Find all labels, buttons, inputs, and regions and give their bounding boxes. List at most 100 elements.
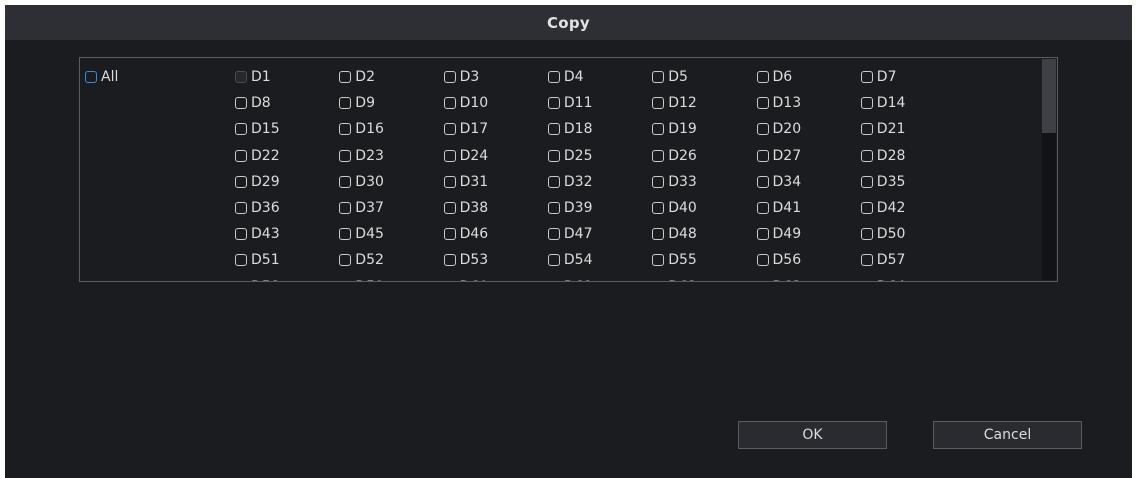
checkbox-icon[interactable] (443, 149, 456, 162)
channel-checkbox-d31[interactable]: D31 (443, 174, 488, 190)
checkbox-icon[interactable] (339, 71, 352, 83)
checkbox-icon[interactable] (235, 254, 247, 267)
checkbox-icon[interactable] (756, 71, 769, 83)
checkbox-icon[interactable] (443, 123, 456, 136)
checkbox-icon[interactable] (652, 97, 665, 110)
channel-checkbox-d3[interactable]: D3 (443, 69, 479, 85)
checkbox-icon[interactable] (547, 123, 560, 136)
checkbox-icon[interactable] (339, 280, 352, 281)
channel-checkbox-d51[interactable]: D51 (235, 252, 280, 268)
checkbox-icon[interactable] (652, 254, 665, 267)
channel-checkbox-d16[interactable]: D16 (339, 121, 384, 137)
checkbox-icon[interactable] (860, 202, 873, 214)
channel-checkbox-d12[interactable]: D12 (652, 95, 697, 111)
channel-checkbox-d27[interactable]: D27 (756, 148, 801, 164)
checkbox-icon[interactable] (652, 71, 665, 83)
checkbox-icon[interactable] (547, 254, 560, 267)
channel-checkbox-d17[interactable]: D17 (443, 121, 488, 137)
channel-checkbox-d58[interactable]: D58 (235, 279, 280, 281)
channel-checkbox-d52[interactable]: D52 (339, 252, 384, 268)
checkbox-icon[interactable] (652, 175, 665, 188)
checkbox-icon[interactable] (443, 228, 456, 241)
channel-checkbox-d62[interactable]: D62 (652, 279, 697, 281)
channel-checkbox-d47[interactable]: D47 (547, 226, 593, 242)
checkbox-icon[interactable] (860, 149, 873, 162)
channel-checkbox-d18[interactable]: D18 (547, 121, 593, 137)
channel-checkbox-d56[interactable]: D56 (756, 252, 801, 268)
checkbox-icon[interactable] (860, 280, 873, 281)
channel-checkbox-d4[interactable]: D4 (547, 69, 584, 85)
checkbox-icon[interactable] (443, 254, 456, 267)
checkbox-icon[interactable] (547, 71, 560, 83)
checkbox-icon[interactable] (860, 175, 873, 188)
channel-checkbox-d39[interactable]: D39 (547, 200, 593, 216)
checkbox-icon[interactable] (652, 280, 665, 281)
checkbox-icon[interactable] (443, 175, 456, 188)
checkbox-icon[interactable] (547, 175, 560, 188)
channel-checkbox-d5[interactable]: D5 (652, 69, 688, 85)
channel-checkbox-d8[interactable]: D8 (235, 95, 271, 111)
checkbox-icon[interactable] (339, 97, 352, 110)
channel-checkbox-d11[interactable]: D11 (547, 95, 593, 111)
checkbox-icon[interactable] (860, 228, 873, 241)
checkbox-icon[interactable] (235, 123, 247, 136)
checkbox-icon[interactable] (443, 202, 456, 214)
checkbox-icon[interactable] (235, 228, 247, 241)
channel-checkbox-d48[interactable]: D48 (652, 226, 697, 242)
channel-checkbox-d13[interactable]: D13 (756, 95, 801, 111)
checkbox-icon[interactable] (756, 280, 769, 281)
checkbox-icon[interactable] (235, 280, 247, 281)
checkbox-icon[interactable] (756, 97, 769, 110)
checkbox-icon[interactable] (339, 254, 352, 267)
channel-checkbox-d14[interactable]: D14 (860, 95, 905, 111)
scrollbar[interactable] (1042, 59, 1056, 280)
checkbox-icon[interactable] (652, 228, 665, 241)
channel-checkbox-d23[interactable]: D23 (339, 148, 384, 164)
channel-checkbox-d49[interactable]: D49 (756, 226, 801, 242)
checkbox-icon[interactable] (756, 149, 769, 162)
channel-checkbox-d28[interactable]: D28 (860, 148, 905, 164)
channel-checkbox-d36[interactable]: D36 (235, 200, 280, 216)
channel-checkbox-d63[interactable]: D63 (756, 279, 801, 281)
checkbox-icon[interactable] (652, 123, 665, 136)
channel-checkbox-d46[interactable]: D46 (443, 226, 488, 242)
channel-checkbox-d60[interactable]: D60 (443, 279, 488, 281)
channel-checkbox-d25[interactable]: D25 (547, 148, 593, 164)
checkbox-icon[interactable] (443, 97, 456, 110)
checkbox-icon[interactable] (443, 280, 456, 281)
channel-checkbox-d34[interactable]: D34 (756, 174, 801, 190)
channel-checkbox-d41[interactable]: D41 (756, 200, 801, 216)
checkbox-icon[interactable] (756, 123, 769, 136)
checkbox-icon[interactable] (860, 97, 873, 110)
checkbox-icon[interactable] (443, 71, 456, 83)
channel-checkbox-d7[interactable]: D7 (860, 69, 896, 85)
channel-checkbox-d35[interactable]: D35 (860, 174, 905, 190)
checkbox-icon[interactable] (339, 202, 352, 214)
ok-button[interactable]: OK (738, 421, 887, 449)
channel-checkbox-d15[interactable]: D15 (235, 121, 280, 137)
checkbox-icon[interactable] (860, 254, 873, 267)
checkbox-icon[interactable] (652, 149, 665, 162)
channel-checkbox-d59[interactable]: D59 (339, 279, 384, 281)
checkbox-icon[interactable] (652, 202, 665, 214)
channel-checkbox-d9[interactable]: D9 (339, 95, 375, 111)
checkbox-icon[interactable] (339, 149, 352, 162)
channel-checkbox-d22[interactable]: D22 (235, 148, 280, 164)
checkbox-icon[interactable] (756, 175, 769, 188)
channel-checkbox-d61[interactable]: D61 (547, 279, 593, 281)
channel-checkbox-d32[interactable]: D32 (547, 174, 593, 190)
channel-checkbox-d57[interactable]: D57 (860, 252, 905, 268)
channel-checkbox-d53[interactable]: D53 (443, 252, 488, 268)
checkbox-icon[interactable] (860, 71, 873, 83)
channel-checkbox-d43[interactable]: D43 (235, 226, 280, 242)
channel-checkbox-d29[interactable]: D29 (235, 174, 280, 190)
checkbox-icon[interactable] (756, 228, 769, 241)
checkbox-icon[interactable] (547, 202, 560, 214)
checkbox-icon[interactable] (235, 97, 247, 110)
channel-checkbox-d20[interactable]: D20 (756, 121, 801, 137)
channel-checkbox-d33[interactable]: D33 (652, 174, 697, 190)
checkbox-icon[interactable] (235, 202, 247, 214)
channel-checkbox-d30[interactable]: D30 (339, 174, 384, 190)
checkbox-icon[interactable] (235, 175, 247, 188)
channel-checkbox-d64[interactable]: D64 (860, 279, 905, 281)
